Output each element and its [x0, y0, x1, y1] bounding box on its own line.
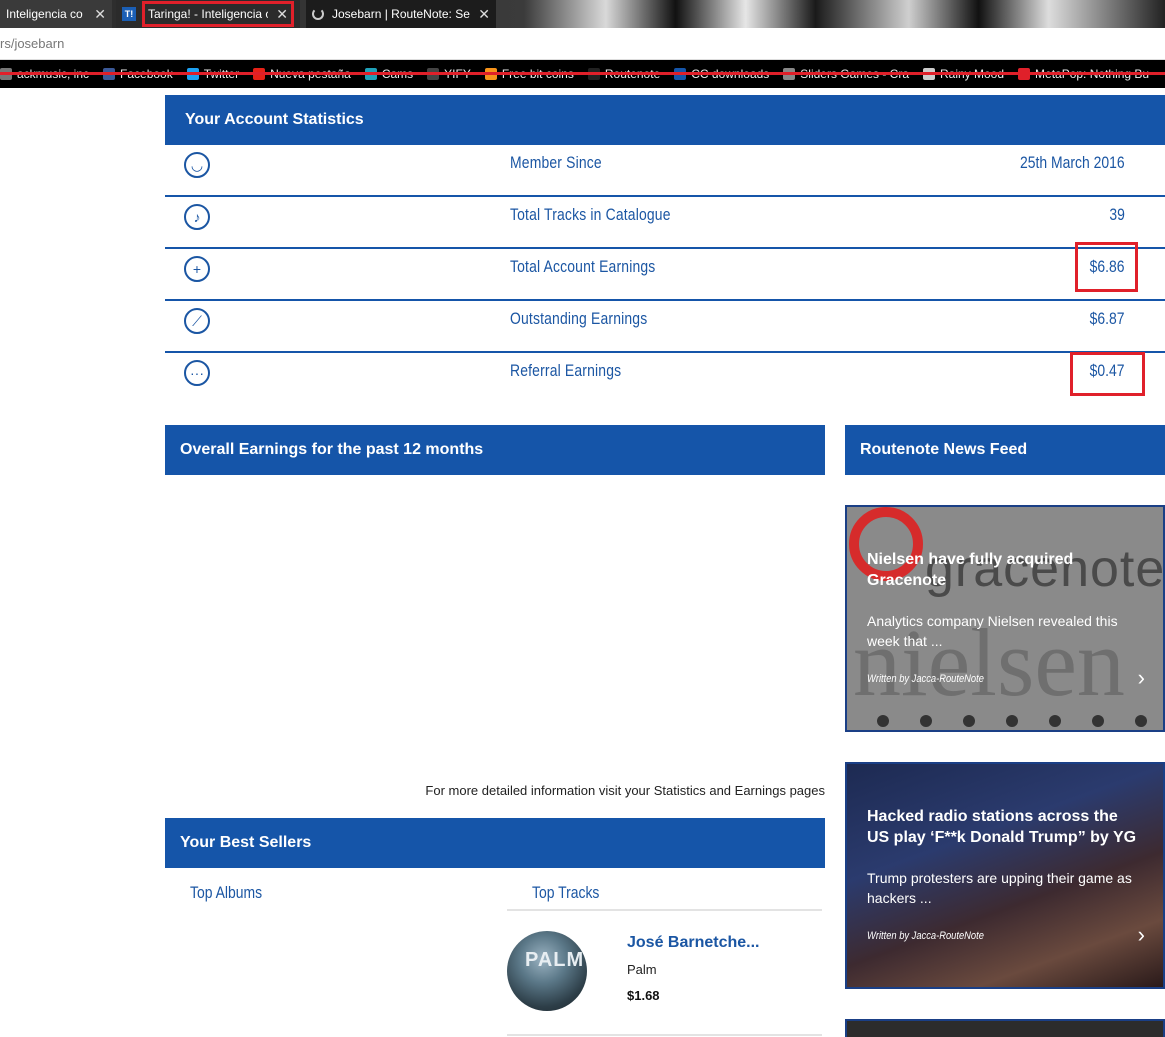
- tab-bar: Inteligencia co ✕ T! Taringa! - Intelige…: [0, 0, 1165, 28]
- stats-heading: Your Account Statistics: [165, 95, 1165, 145]
- music-note-icon: ♪: [184, 204, 210, 230]
- track-price: $1.68: [627, 988, 660, 1003]
- news-excerpt: Trump protesters are upping their game a…: [867, 870, 1132, 906]
- annotation-highlight-total-earnings: [1075, 242, 1138, 292]
- news-card[interactable]: [845, 1019, 1165, 1037]
- best-sellers-heading: Your Best Sellers: [165, 818, 825, 868]
- news-title[interactable]: Nielsen have fully acquired Gracenote: [867, 549, 1143, 591]
- news-card[interactable]: Hacked radio stations across the US play…: [845, 762, 1165, 989]
- divider: [507, 1034, 822, 1036]
- close-icon[interactable]: ✕: [478, 6, 490, 23]
- url-text[interactable]: rs/josebarn: [0, 36, 64, 51]
- track-cover[interactable]: PALM: [507, 931, 587, 1011]
- tab-inteligencia[interactable]: Inteligencia co ✕: [0, 0, 112, 28]
- chat-bubble-icon: ···: [184, 360, 210, 386]
- news-author: Written by Jacca-RouteNote: [867, 930, 984, 942]
- news-title[interactable]: Hacked radio stations across the US play…: [867, 806, 1143, 848]
- annotation-highlight-referral-earnings: [1070, 352, 1145, 396]
- image-dots: [877, 715, 1163, 727]
- address-bar[interactable]: rs/josebarn: [0, 28, 1165, 60]
- tab-title: Inteligencia co: [6, 7, 83, 21]
- stat-value: 39: [1109, 205, 1125, 224]
- close-icon[interactable]: ✕: [94, 6, 106, 23]
- loading-spinner-icon: [312, 8, 324, 20]
- stat-label: Outstanding Earnings: [510, 309, 648, 328]
- news-heading: Routenote News Feed: [845, 425, 1165, 475]
- tab-title: Taringa! - Inteligencia co: [148, 7, 269, 21]
- stat-row-total-earnings: + Total Account Earnings $6.86: [165, 249, 1165, 301]
- close-icon[interactable]: ✕: [276, 6, 288, 23]
- tab-routenote[interactable]: Josebarn | RouteNote: Se ✕: [306, 0, 496, 28]
- stat-row-outstanding-earnings: ⟋ Outstanding Earnings $6.87: [165, 301, 1165, 353]
- stat-row-member-since: ◡ Member Since 25th March 2016: [165, 145, 1165, 197]
- stat-value: $6.87: [1090, 309, 1125, 328]
- stat-value: 25th March 2016: [1020, 153, 1125, 172]
- annotation-red-line: [0, 72, 1165, 75]
- top-tracks-label: Top Tracks: [532, 883, 600, 902]
- earnings-heading: Overall Earnings for the past 12 months: [165, 425, 825, 475]
- more-info-text: For more detailed information visit your…: [425, 783, 825, 798]
- top-albums-label: Top Albums: [190, 883, 263, 902]
- chevron-right-icon[interactable]: ›: [1138, 665, 1145, 691]
- news-excerpt: Analytics company Nielsen revealed this …: [867, 613, 1118, 649]
- track-artist-link[interactable]: José Barnetche...: [627, 934, 760, 952]
- tab-taringa[interactable]: T! Taringa! - Inteligencia co ✕: [116, 0, 300, 28]
- stat-label: Total Account Earnings: [510, 257, 656, 276]
- stat-label: Member Since: [510, 153, 602, 172]
- stat-label: Referral Earnings: [510, 361, 622, 380]
- news-author: Written by Jacca-RouteNote: [867, 673, 984, 685]
- chevron-right-icon[interactable]: ›: [1138, 922, 1145, 948]
- news-card[interactable]: gracenote nielsen Nielsen have fully acq…: [845, 505, 1165, 732]
- slash-circle-icon: ⟋: [184, 308, 210, 334]
- taringa-favicon-icon: T!: [122, 7, 136, 21]
- stat-row-referral-earnings: ··· Referral Earnings $0.47: [165, 353, 1165, 405]
- stat-label: Total Tracks in Catalogue: [510, 205, 671, 224]
- track-title: Palm: [627, 962, 657, 977]
- news-image: [847, 1021, 1163, 1037]
- divider: [507, 909, 822, 911]
- user-icon: ◡: [184, 152, 210, 178]
- plus-circle-icon: +: [184, 256, 210, 282]
- tab-title: Josebarn | RouteNote: Se: [332, 7, 470, 21]
- stat-row-total-tracks: ♪ Total Tracks in Catalogue 39: [165, 197, 1165, 249]
- tab-highlight-box: Taringa! - Inteligencia co ✕: [142, 1, 294, 27]
- cover-text: PALM: [525, 949, 585, 971]
